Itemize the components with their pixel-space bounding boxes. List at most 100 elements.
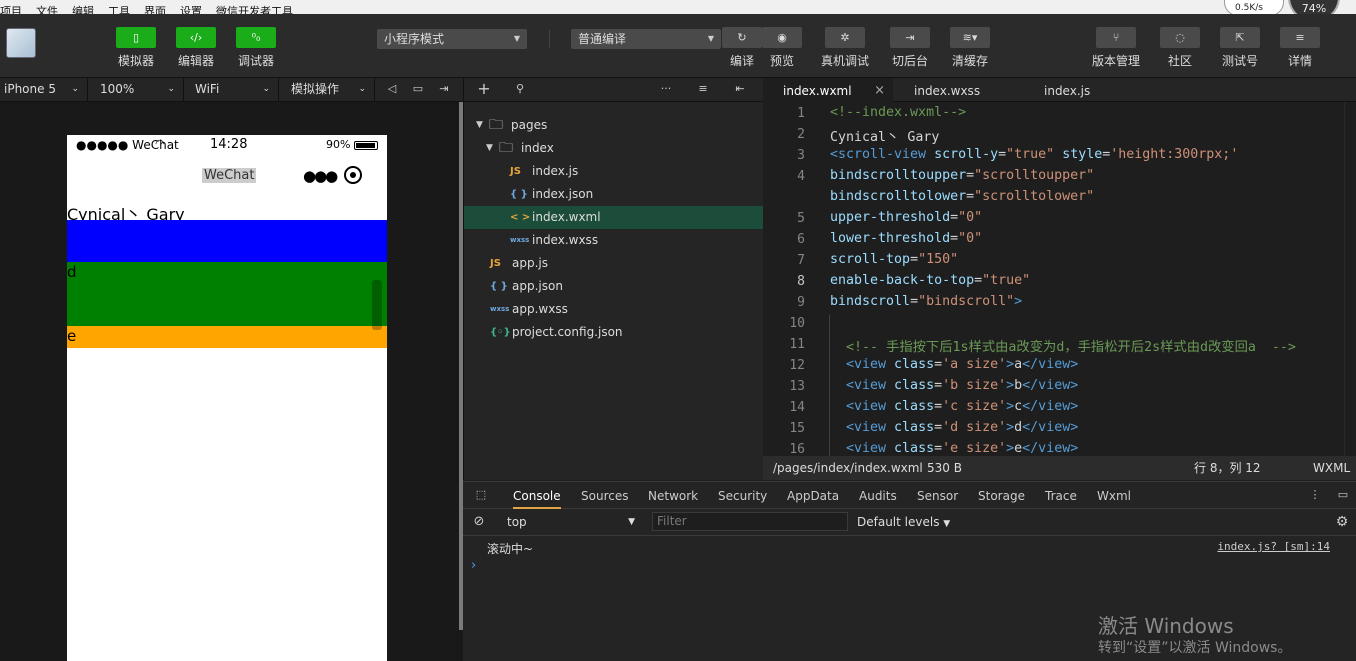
bug-button[interactable]: ✲ 真机调试 bbox=[815, 27, 875, 69]
code-line[interactable]: <!-- 手指按下后1s样式由a改变为d，手指松开后2s样式由d改变回a --> bbox=[830, 336, 1296, 355]
layers-button[interactable]: ≋▾ 清缓存 bbox=[940, 27, 1000, 69]
code-line[interactable]: <view class='e size'>e</view> bbox=[830, 441, 1078, 456]
code-line[interactable]: <view class='a size'>a</view> bbox=[830, 357, 1078, 372]
code-token: "150" bbox=[918, 252, 959, 267]
devtools-tab-network[interactable]: Network bbox=[648, 482, 698, 509]
cursor-position[interactable]: 行 8，列 12 bbox=[1194, 456, 1261, 480]
code-line[interactable]: <view class='d size'>d</view> bbox=[830, 420, 1078, 435]
file-tree-item[interactable]: ▼ 🗀 pages bbox=[464, 114, 764, 137]
menu-button[interactable]: ≡ 详情 bbox=[1270, 27, 1330, 69]
close-target-icon[interactable] bbox=[344, 166, 362, 184]
file-tree-item[interactable]: wxss index.wxss bbox=[464, 229, 764, 252]
file-tree-item[interactable]: {◦} project.config.json bbox=[464, 321, 764, 344]
context-select[interactable]: top ▼ bbox=[501, 513, 637, 531]
volume-icon[interactable]: ◁ bbox=[384, 81, 400, 97]
devtools-tab-audits[interactable]: Audits bbox=[859, 482, 897, 509]
device-select[interactable]: iPhone 5 ⌄ bbox=[0, 78, 88, 101]
file-tree-item[interactable]: { } index.json bbox=[464, 183, 764, 206]
language-mode[interactable]: WXML bbox=[1313, 456, 1350, 480]
code-token: 'e size' bbox=[942, 441, 1007, 456]
code-token: = bbox=[998, 147, 1007, 162]
devtools-tab-trace[interactable]: Trace bbox=[1045, 482, 1077, 509]
operation-select[interactable]: 模拟操作 ⌄ bbox=[287, 78, 375, 101]
detach-icon[interactable]: ⇥ bbox=[436, 81, 452, 97]
mode-select[interactable]: 小程序模式 ▼ bbox=[377, 29, 527, 49]
folder-name: pages bbox=[511, 118, 548, 132]
devtools-tab-console[interactable]: Console bbox=[513, 482, 561, 509]
chevron-down-icon[interactable]: ▼ bbox=[476, 114, 483, 137]
code-line[interactable]: <view class='b size'>b</view> bbox=[830, 378, 1078, 393]
code-editor[interactable]: 1 <!--index.wxml--> 2 Cynical丶 Gary 3 <scroll… bbox=[763, 102, 1356, 456]
devtools-tab-sensor[interactable]: Sensor bbox=[917, 482, 958, 509]
file-tree-item[interactable]: JS app.js bbox=[464, 252, 764, 275]
code-line[interactable]: enable-back-to-top="true" bbox=[830, 273, 1030, 288]
console-filter-input[interactable]: Filter bbox=[652, 512, 848, 531]
code-token: = bbox=[934, 399, 943, 414]
console-message-source[interactable]: index.js? [sm]:14 bbox=[1217, 540, 1330, 553]
devtools-tab-storage[interactable]: Storage bbox=[978, 482, 1025, 509]
code-line[interactable]: bindscroll="bindscroll"> bbox=[830, 294, 1022, 309]
code-line[interactable]: Cynical丶 Gary bbox=[830, 126, 939, 145]
rotate-icon[interactable]: ▭ bbox=[410, 81, 426, 97]
editor-tab[interactable]: index.wxss bbox=[894, 78, 1024, 102]
code-line[interactable]: lower-threshold="0" bbox=[830, 231, 982, 246]
folder-icon: 🗀 bbox=[499, 140, 513, 156]
console-prompt[interactable]: › bbox=[471, 558, 476, 573]
network-select[interactable]: WiFi ⌄ bbox=[191, 78, 279, 101]
file-tree-item[interactable]: wxss app.wxss bbox=[464, 298, 764, 321]
code-line[interactable]: <!--index.wxml--> bbox=[830, 105, 966, 120]
file-tree-item[interactable]: JS index.js bbox=[464, 160, 764, 183]
switch-button[interactable]: ⇥ 切后台 bbox=[880, 27, 940, 69]
more-icon[interactable]: ··· bbox=[658, 81, 674, 97]
search-icon[interactable]: ⚲ bbox=[512, 81, 528, 97]
code-token: = bbox=[910, 252, 919, 267]
more-icon[interactable]: ●●● bbox=[303, 167, 338, 185]
wxml-file-icon: < > bbox=[510, 212, 531, 223]
close-icon[interactable]: × bbox=[874, 78, 885, 104]
code-token: d bbox=[1014, 420, 1023, 435]
inspect-icon[interactable]: ⬚ bbox=[473, 487, 489, 503]
file-tree-item[interactable]: < > index.wxml bbox=[464, 206, 764, 229]
file-tree-item[interactable]: { } app.json bbox=[464, 275, 764, 298]
log-levels-value: Default levels bbox=[857, 515, 940, 529]
file-tree-item[interactable]: ▼ 🗀 index bbox=[464, 137, 764, 160]
zoom-select[interactable]: 100% ⌄ bbox=[96, 78, 184, 101]
sort-icon[interactable]: ≡ bbox=[695, 81, 711, 97]
devtools-tab-wxml[interactable]: Wxml bbox=[1097, 482, 1131, 509]
clear-console-icon[interactable]: ⊘ bbox=[471, 514, 487, 530]
external-button[interactable]: ⇱ 测试号 bbox=[1210, 27, 1270, 69]
devtools-tab-security[interactable]: Security bbox=[718, 482, 767, 509]
chat-button[interactable]: ◌ 社区 bbox=[1150, 27, 1210, 69]
add-icon[interactable]: + bbox=[476, 81, 492, 97]
log-levels-select[interactable]: Default levels ▼ bbox=[857, 513, 950, 533]
phone-screen[interactable]: ●●●●● WeChat ◠ 14:28 90% WeChat ●●● Cyni… bbox=[67, 135, 387, 661]
compile-select[interactable]: 普通编译 ▼ bbox=[571, 29, 721, 49]
devtools-tab-appdata[interactable]: AppData bbox=[787, 482, 839, 509]
devtools-tab-sources[interactable]: Sources bbox=[581, 482, 628, 509]
editor-scrollbar[interactable] bbox=[1344, 102, 1356, 456]
editor-tab[interactable]: index.wxml × bbox=[763, 78, 893, 102]
code-button[interactable]: ‹/› 编辑器 bbox=[166, 27, 226, 69]
user-avatar[interactable] bbox=[6, 28, 36, 58]
code-token: enable-back-to-top bbox=[830, 273, 975, 288]
code-line[interactable]: <view class='c size'>c</view> bbox=[830, 399, 1078, 414]
debug-icon: ⁰₀ bbox=[236, 27, 276, 48]
code-token: 'c size' bbox=[942, 399, 1007, 414]
debug-button[interactable]: ⁰₀ 调试器 bbox=[226, 27, 286, 69]
code-line[interactable]: <scroll-view scroll-y="true" style='heig… bbox=[830, 147, 1238, 162]
more-vert-icon[interactable]: ⋮ bbox=[1307, 487, 1323, 503]
scroll-view-scrollbar[interactable] bbox=[372, 280, 382, 330]
gear-icon[interactable]: ⚙ bbox=[1334, 514, 1350, 530]
code-line[interactable]: bindscrolltolower="scrolltolower" bbox=[830, 189, 1094, 204]
collapse-icon[interactable]: ⇤ bbox=[732, 81, 748, 97]
code-line[interactable]: scroll-top="150" bbox=[830, 252, 958, 267]
code-line[interactable]: bindscrolltoupper="scrolltoupper" bbox=[830, 168, 1094, 183]
code-line[interactable]: upper-threshold="0" bbox=[830, 210, 982, 225]
editor-tab[interactable]: index.js bbox=[1024, 78, 1154, 102]
eye-button[interactable]: ◉ 预览 bbox=[752, 27, 812, 69]
mini-program-capsule[interactable]: ●●● bbox=[299, 164, 369, 192]
branch-button[interactable]: ⑂ 版本管理 bbox=[1086, 27, 1146, 69]
dock-icon[interactable]: ▭ bbox=[1335, 487, 1351, 503]
chevron-down-icon[interactable]: ▼ bbox=[486, 137, 493, 160]
phone-button[interactable]: ▯ 模拟器 bbox=[106, 27, 166, 69]
